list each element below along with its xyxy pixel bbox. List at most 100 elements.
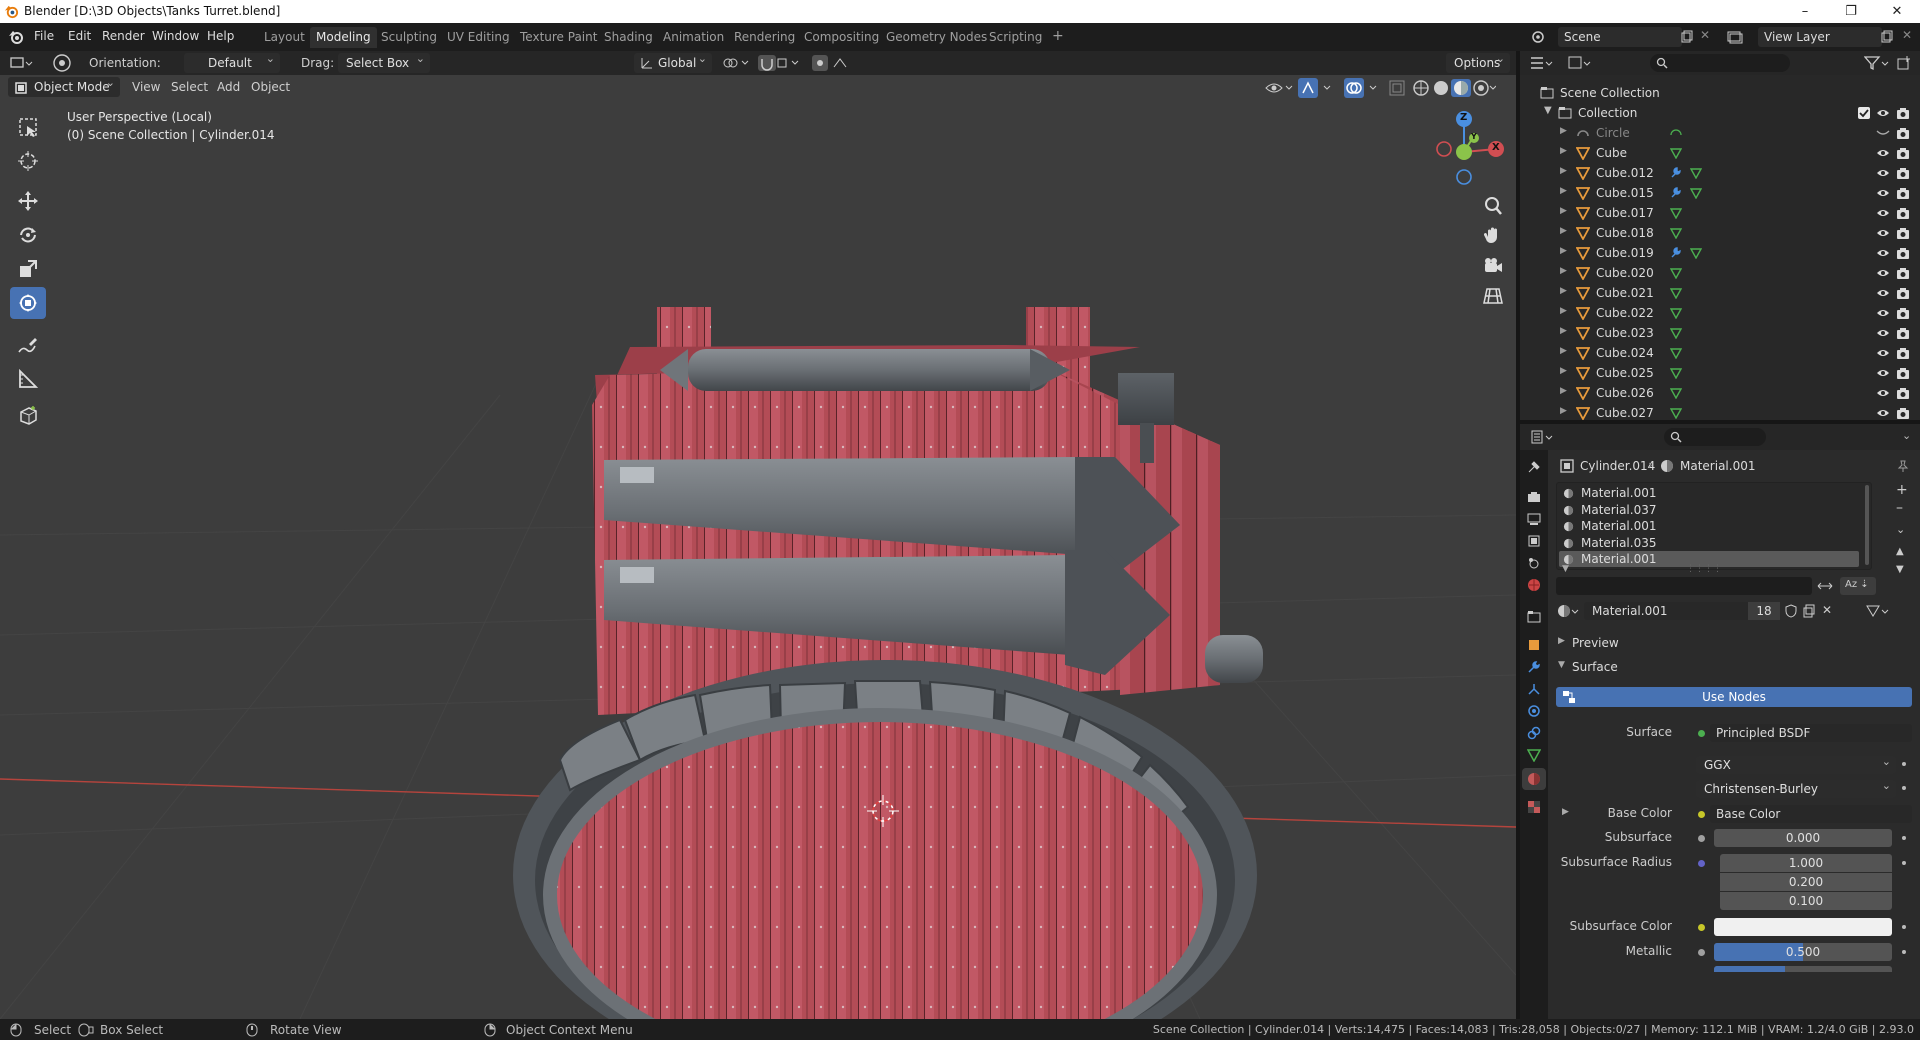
visibility-eye-icon[interactable] xyxy=(1876,267,1890,279)
visibility-eye-icon[interactable] xyxy=(1876,387,1890,399)
expand-arrow-icon[interactable]: ▶ xyxy=(1560,386,1567,396)
outliner-scene-collection-row[interactable]: Scene Collection xyxy=(1520,83,1920,103)
visibility-eye-icon[interactable] xyxy=(1876,407,1890,419)
outliner-item[interactable]: ▶ Cube.012 xyxy=(1520,163,1920,183)
render-camera-icon[interactable] xyxy=(1896,146,1910,160)
add-cube-tool[interactable] xyxy=(10,399,46,431)
slot-filter-input[interactable] xyxy=(1556,577,1812,595)
expand-arrow-icon[interactable]: ▶ xyxy=(1560,166,1567,176)
subsurface-anim-dot[interactable] xyxy=(1902,836,1906,840)
outliner-collection-row[interactable]: ▼ Collection xyxy=(1520,103,1920,123)
expand-arrow-icon[interactable]: ▶ xyxy=(1560,246,1567,256)
mesh-data-icon[interactable] xyxy=(1690,247,1702,259)
view-layer-tab-icon[interactable] xyxy=(1527,534,1541,548)
navigation-gizmo[interactable]: Z Y X xyxy=(1420,107,1510,187)
scene-name-field[interactable]: Scene xyxy=(1558,27,1682,47)
select-menu[interactable]: Select xyxy=(171,80,208,94)
mesh-data-icon[interactable] xyxy=(1670,367,1682,379)
scene-tab-icon[interactable] xyxy=(1527,556,1541,570)
tab-compositing[interactable]: Compositing xyxy=(798,27,885,48)
surface-socket-dot[interactable] xyxy=(1698,730,1705,737)
rotate-tool[interactable] xyxy=(10,219,46,251)
properties-options-icon[interactable]: ⌄ xyxy=(1902,429,1911,442)
tab-texture-paint[interactable]: Texture Paint xyxy=(514,27,603,48)
options-dropdown[interactable]: Options xyxy=(1446,52,1510,73)
subsurface-radius-z-field[interactable]: 0.100 xyxy=(1720,892,1892,910)
material-slot-row[interactable]: Material.035 xyxy=(1559,535,1859,551)
scale-tool[interactable] xyxy=(10,253,46,285)
new-collection-icon[interactable] xyxy=(1896,55,1912,71)
tab-sculpting[interactable]: Sculpting xyxy=(375,27,443,48)
surface-panel-header[interactable]: ▼ Surface xyxy=(1550,658,1914,678)
tab-scripting[interactable]: Scripting xyxy=(983,27,1048,48)
render-camera-icon[interactable] xyxy=(1896,346,1910,360)
annotate-tool[interactable] xyxy=(10,329,46,361)
slot-specials-button[interactable]: ⌄ xyxy=(1896,523,1905,536)
texture-tab-icon[interactable] xyxy=(1527,800,1541,814)
mesh-data-icon[interactable] xyxy=(1670,327,1682,339)
pin-icon[interactable] xyxy=(1896,459,1910,473)
move-slot-up-button[interactable]: ▲ xyxy=(1896,546,1904,557)
object-menu[interactable]: Object xyxy=(251,80,290,94)
mesh-data-icon[interactable] xyxy=(1670,227,1682,239)
outliner-editor-type-icon[interactable] xyxy=(1530,55,1554,71)
outliner-item[interactable]: ▶ Cube.020 xyxy=(1520,263,1920,283)
pan-hand-icon[interactable] xyxy=(1482,225,1504,247)
menu-window[interactable]: Window xyxy=(152,29,199,43)
collection-visibility-icon[interactable] xyxy=(1876,107,1890,119)
render-camera-icon[interactable] xyxy=(1896,366,1910,380)
mesh-data-icon[interactable] xyxy=(1690,187,1702,199)
visibility-eye-icon[interactable] xyxy=(1876,307,1890,319)
new-scene-icon[interactable] xyxy=(1680,30,1694,44)
blender-menu-icon[interactable] xyxy=(8,29,24,45)
use-nodes-button[interactable]: Use Nodes xyxy=(1556,687,1912,707)
editor-type-icon[interactable] xyxy=(10,55,34,71)
render-camera-icon[interactable] xyxy=(1896,406,1910,420)
menu-file[interactable]: File xyxy=(34,29,54,43)
browse-material-icon[interactable] xyxy=(1556,602,1580,620)
expand-arrow-icon[interactable]: ▶ xyxy=(1560,186,1567,196)
collection-render-icon[interactable] xyxy=(1896,106,1910,120)
subsurface-radius-socket-dot[interactable] xyxy=(1698,860,1705,867)
link-type-icon[interactable] xyxy=(1864,603,1892,619)
render-tab-icon[interactable] xyxy=(1527,490,1541,504)
visibility-eye-icon[interactable] xyxy=(1876,187,1890,199)
metallic-slider[interactable]: 0.500 xyxy=(1714,943,1892,961)
render-camera-icon[interactable] xyxy=(1896,246,1910,260)
outliner-item[interactable]: ▶ Cube.021 xyxy=(1520,283,1920,303)
tool-tab-icon[interactable] xyxy=(1527,460,1541,474)
outliner-item[interactable]: ▶ Cube.017 xyxy=(1520,203,1920,223)
view-layer-field[interactable]: View Layer xyxy=(1758,27,1882,47)
subsurface-radius-x-field[interactable]: 1.000 xyxy=(1720,854,1892,872)
menu-help[interactable]: Help xyxy=(207,29,234,43)
material-slot-row[interactable]: Material.001 xyxy=(1559,485,1859,501)
curve-data-icon[interactable] xyxy=(1670,127,1682,139)
close-button[interactable]: ✕ xyxy=(1874,0,1920,23)
mesh-data-icon[interactable] xyxy=(1670,287,1682,299)
select-box-tool[interactable] xyxy=(10,111,46,143)
delete-scene-icon[interactable]: ✕ xyxy=(1700,28,1710,42)
outliner-item[interactable]: ▶ Cube.023 xyxy=(1520,323,1920,343)
visibility-eye-icon[interactable] xyxy=(1876,247,1890,259)
subsurface-radius-anim-dot[interactable] xyxy=(1902,861,1906,865)
modifier-wrench-icon[interactable] xyxy=(1670,247,1682,259)
active-tool-icon[interactable] xyxy=(52,53,72,73)
invert-filter-icon[interactable] xyxy=(1816,579,1834,593)
expand-arrow-icon[interactable]: ▶ xyxy=(1560,206,1567,216)
subsurface-color-socket-dot[interactable] xyxy=(1698,924,1705,931)
constraints-tab-icon[interactable] xyxy=(1527,726,1541,740)
expand-arrow-icon[interactable]: ▶ xyxy=(1560,406,1567,416)
visibility-eye-icon[interactable] xyxy=(1876,327,1890,339)
expand-arrow-icon[interactable]: ▶ xyxy=(1560,346,1567,356)
subsurface-radius-y-field[interactable]: 0.200 xyxy=(1720,873,1892,891)
subsurface-method-anim-dot[interactable] xyxy=(1902,786,1906,790)
modifier-wrench-tab-icon[interactable] xyxy=(1527,660,1541,674)
render-camera-icon[interactable] xyxy=(1896,386,1910,400)
outliner-item[interactable]: ▶ Cube xyxy=(1520,143,1920,163)
mesh-data-icon[interactable] xyxy=(1670,407,1682,419)
mesh-data-icon[interactable] xyxy=(1670,307,1682,319)
object-tab-icon[interactable] xyxy=(1527,638,1541,652)
gizmo-toggle-icon[interactable] xyxy=(1298,78,1338,98)
display-mode-icon[interactable] xyxy=(1568,55,1592,71)
mesh-data-icon[interactable] xyxy=(1670,207,1682,219)
